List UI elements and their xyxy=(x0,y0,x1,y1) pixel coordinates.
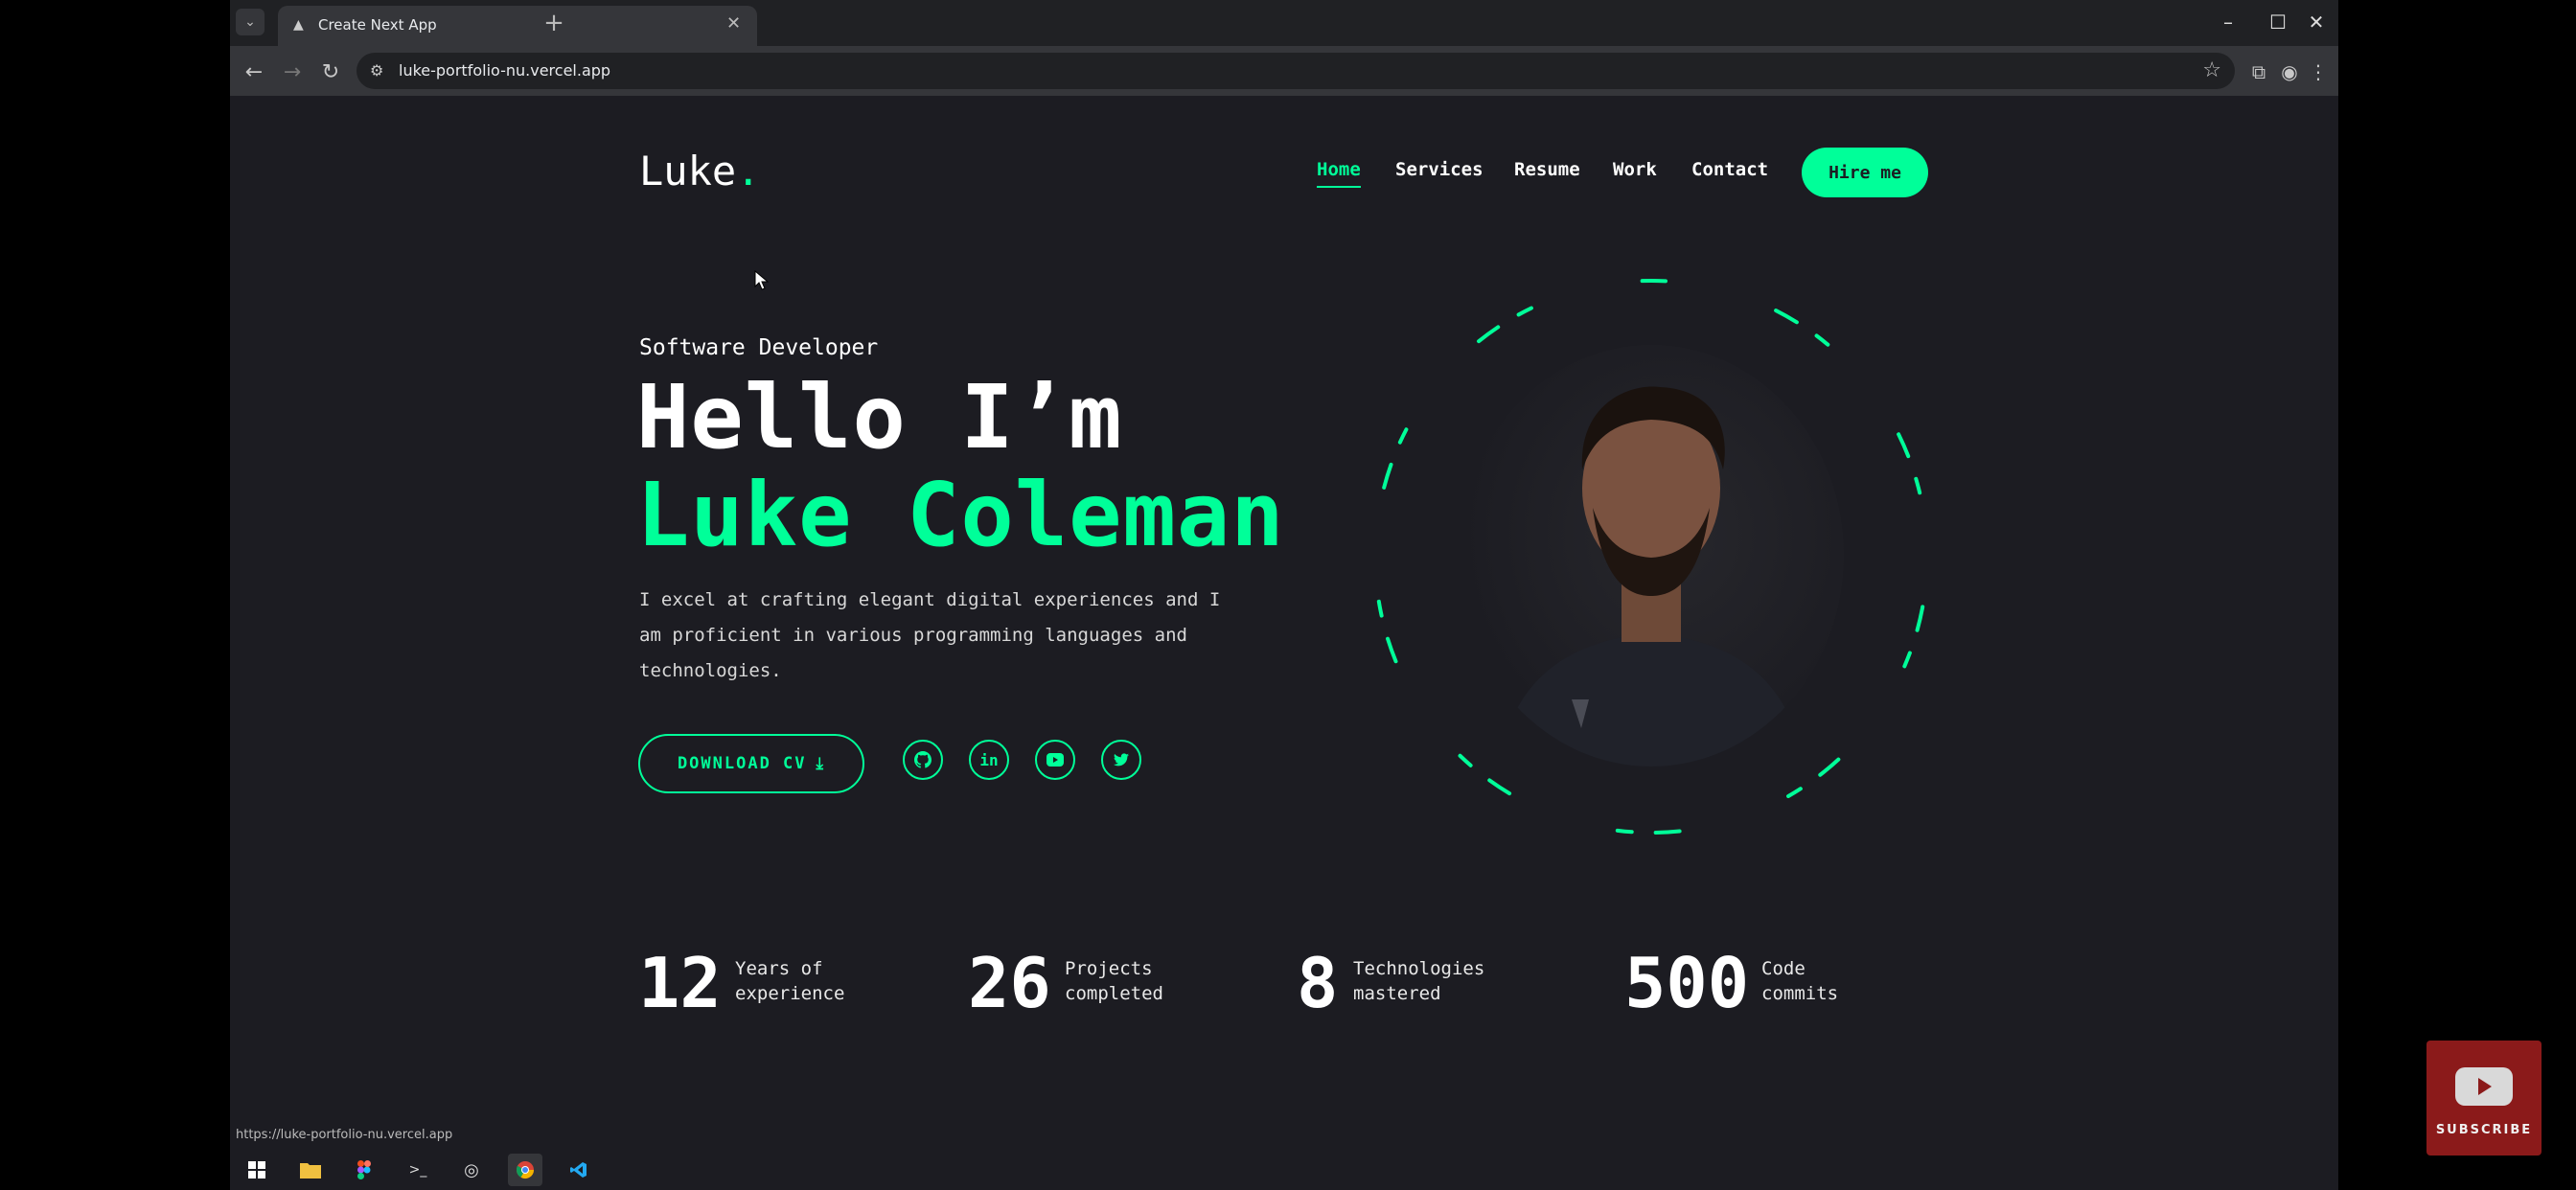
profile-icon[interactable]: ◉ xyxy=(2273,56,2306,88)
dashed-ring xyxy=(1373,279,1929,835)
extensions-icon[interactable]: ⧉ xyxy=(2242,56,2275,88)
new-tab-icon[interactable]: + xyxy=(535,6,573,40)
stat-label-line: commits xyxy=(1761,983,1839,1004)
stat-label-line: Years of xyxy=(735,958,823,979)
browser-tab[interactable]: ▲ Create Next App ✕ xyxy=(278,6,757,46)
stat-number: 8 xyxy=(1297,943,1339,1023)
tab-close-icon[interactable]: ✕ xyxy=(726,13,741,34)
status-bar-url: https://luke-portfolio-nu.vercel.app xyxy=(230,1123,459,1148)
download-cv-button[interactable]: DOWNLOAD CV ⤓ xyxy=(638,734,864,793)
stat-label: Technologies mastered xyxy=(1353,956,1484,1006)
stat-number: 12 xyxy=(638,943,722,1023)
page-viewport: Luke. Home Services Resume Work Contact … xyxy=(230,96,2338,1150)
twitter-icon[interactable] xyxy=(1101,740,1141,780)
stat-label-line: completed xyxy=(1065,983,1163,1004)
chrome-icon[interactable] xyxy=(508,1154,542,1186)
reload-icon[interactable]: ↻ xyxy=(314,56,347,88)
vscode-icon[interactable] xyxy=(562,1154,596,1186)
stat-label-line: Projects xyxy=(1065,958,1153,979)
stat-number: 500 xyxy=(1624,943,1750,1023)
nav-home[interactable]: Home xyxy=(1317,159,1361,188)
download-cv-label: DOWNLOAD CV xyxy=(677,754,807,773)
subscribe-label: SUBSCRIBE xyxy=(2435,1123,2533,1137)
site-logo[interactable]: Luke. xyxy=(639,148,760,195)
stat-label-line: mastered xyxy=(1353,983,1441,1004)
nav-resume[interactable]: Resume xyxy=(1514,159,1580,180)
github-icon[interactable] xyxy=(903,740,943,780)
close-window-icon[interactable]: ✕ xyxy=(2292,6,2340,38)
youtube-play-icon xyxy=(2455,1067,2513,1106)
browser-toolbar: ← → ↻ ⚙ luke-portfolio-nu.vercel.app ☆ ⧉… xyxy=(230,46,2338,96)
nav-services[interactable]: Services xyxy=(1395,159,1484,180)
tab-title: Create Next App xyxy=(318,16,437,34)
hero-greeting: Hello I’m xyxy=(636,366,1123,469)
stat-label: Years of experience xyxy=(735,956,844,1006)
logo-text: Luke xyxy=(639,148,737,195)
hero-name: Luke Coleman xyxy=(636,464,1285,566)
browser-window: ⌄ ▲ Create Next App ✕ + – ☐ ✕ ← → ↻ ⚙ lu… xyxy=(230,0,2338,1190)
file-explorer-icon[interactable] xyxy=(293,1154,328,1186)
minimize-icon[interactable]: – xyxy=(2204,6,2252,38)
bookmark-star-icon[interactable]: ☆ xyxy=(2202,58,2221,82)
terminal-icon[interactable]: >_ xyxy=(401,1154,435,1186)
windows-start-icon[interactable] xyxy=(240,1154,274,1186)
taskbar: >_ ◎ xyxy=(230,1150,2338,1190)
app-icon[interactable]: ◎ xyxy=(454,1154,489,1186)
youtube-icon[interactable] xyxy=(1035,740,1075,780)
stat-label-line: experience xyxy=(735,983,845,1004)
forward-icon[interactable]: → xyxy=(276,56,309,88)
stat-label: Code commits xyxy=(1761,956,1838,1006)
url-text[interactable]: luke-portfolio-nu.vercel.app xyxy=(399,61,610,80)
address-bar[interactable]: ⚙ luke-portfolio-nu.vercel.app ☆ xyxy=(356,53,2235,89)
hire-me-button[interactable]: Hire me xyxy=(1802,148,1928,197)
download-icon: ⤓ xyxy=(816,754,826,773)
stat-label-line: Technologies xyxy=(1353,958,1485,979)
tab-bar: ⌄ ▲ Create Next App ✕ + – ☐ ✕ xyxy=(230,0,2338,46)
hero-description: I excel at crafting elegant digital expe… xyxy=(639,589,1221,681)
logo-dot: . xyxy=(736,148,761,195)
stat-number: 26 xyxy=(968,943,1051,1023)
stat-label-line: Code xyxy=(1761,958,1806,979)
subscribe-badge[interactable]: SUBSCRIBE xyxy=(2426,1041,2542,1156)
role-text: Software Developer xyxy=(639,335,879,360)
hero-photo-frame xyxy=(1372,278,1930,835)
favicon-icon: ▲ xyxy=(293,17,304,33)
menu-icon[interactable]: ⋮ xyxy=(2302,56,2334,88)
mouse-cursor-icon xyxy=(754,270,770,290)
tab-search-icon[interactable]: ⌄ xyxy=(236,9,264,35)
back-icon[interactable]: ← xyxy=(238,56,270,88)
nav-contact[interactable]: Contact xyxy=(1691,159,1768,180)
linkedin-icon[interactable]: in xyxy=(969,740,1009,780)
nav-work[interactable]: Work xyxy=(1613,159,1657,180)
figma-icon[interactable] xyxy=(347,1154,381,1186)
site-info-icon[interactable]: ⚙ xyxy=(370,61,389,80)
stat-label: Projects completed xyxy=(1065,956,1163,1006)
